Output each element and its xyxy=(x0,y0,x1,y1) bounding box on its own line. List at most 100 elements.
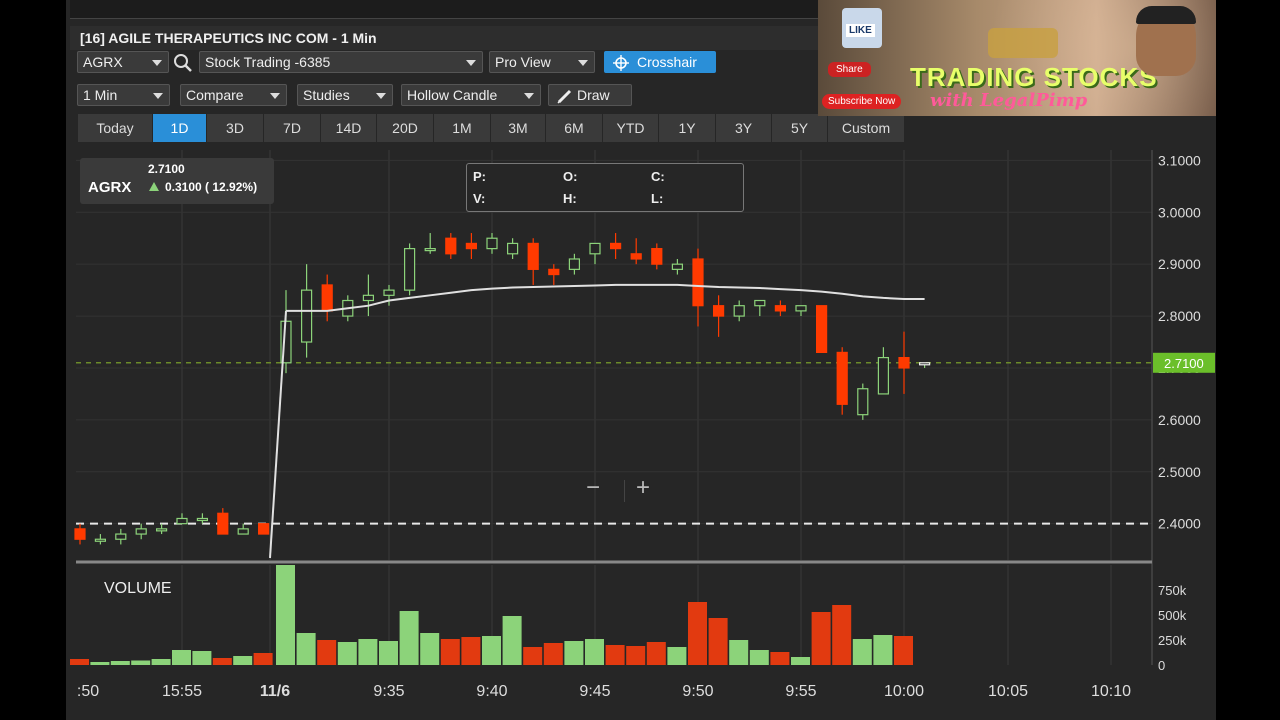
volume-bar[interactable] xyxy=(502,616,522,665)
candle-body[interactable] xyxy=(795,305,807,312)
candle-body[interactable] xyxy=(465,242,477,250)
volume-axis-label: 250k xyxy=(1158,633,1187,648)
price-axis-label: 3.0000 xyxy=(1158,204,1201,220)
candle-body[interactable] xyxy=(176,517,188,525)
time-axis-label: 9:55 xyxy=(785,683,816,700)
candle-body[interactable] xyxy=(898,356,910,369)
volume-bar[interactable] xyxy=(317,640,337,665)
volume-bar[interactable] xyxy=(482,636,501,665)
volume-bar[interactable] xyxy=(337,642,357,665)
candle-body[interactable] xyxy=(712,305,725,317)
gap-line xyxy=(269,310,287,559)
volume-bar[interactable] xyxy=(192,651,212,665)
volume-bar[interactable] xyxy=(688,602,707,665)
candle-body[interactable] xyxy=(321,284,333,312)
candle-body[interactable] xyxy=(836,351,848,405)
volume-bar[interactable] xyxy=(131,660,151,666)
volume-bar[interactable] xyxy=(523,647,543,665)
candle-body[interactable] xyxy=(774,305,787,312)
volume-bar[interactable] xyxy=(811,612,831,665)
volume-bar[interactable] xyxy=(70,659,89,665)
candle-body[interactable] xyxy=(651,248,663,265)
volume-bar[interactable] xyxy=(172,650,191,665)
volume-bar[interactable] xyxy=(729,640,749,665)
volume-bar[interactable] xyxy=(708,618,728,665)
ohlc-l-label: L: xyxy=(651,191,664,206)
volume-bar[interactable] xyxy=(110,661,130,665)
volume-bar[interactable] xyxy=(399,611,419,665)
zoom-out-button[interactable]: − xyxy=(586,474,600,502)
volume-bar[interactable] xyxy=(791,657,810,665)
candle-body[interactable] xyxy=(362,294,374,302)
candle-body[interactable] xyxy=(815,305,828,354)
volume-bar[interactable] xyxy=(212,658,232,665)
volume-bar[interactable] xyxy=(543,643,563,665)
candle-body[interactable] xyxy=(507,242,519,255)
candle-body[interactable] xyxy=(918,362,931,366)
candle-body[interactable] xyxy=(630,253,642,260)
candle-body[interactable] xyxy=(754,299,766,307)
candle-body[interactable] xyxy=(568,258,581,270)
candle-body[interactable] xyxy=(671,263,684,270)
candle-body[interactable] xyxy=(258,523,270,535)
candle-body[interactable] xyxy=(156,528,168,532)
volume-bar[interactable] xyxy=(440,639,460,665)
volume-bar[interactable] xyxy=(605,645,625,665)
candle-body[interactable] xyxy=(692,258,704,307)
time-axis-label: 9:50 xyxy=(682,683,713,700)
candle-body[interactable] xyxy=(217,512,229,535)
ohlc-v-label: V: xyxy=(473,191,486,206)
volume-bar[interactable] xyxy=(253,653,273,665)
candle-body[interactable] xyxy=(404,248,416,291)
candle-body[interactable] xyxy=(115,533,127,540)
candle-body[interactable] xyxy=(383,289,395,296)
candle-body[interactable] xyxy=(301,289,313,343)
candle-body[interactable] xyxy=(135,528,147,535)
volume-bar[interactable] xyxy=(276,565,295,665)
volume-bar[interactable] xyxy=(420,633,440,665)
volume-bar[interactable] xyxy=(233,656,253,665)
candle-body[interactable] xyxy=(237,528,249,535)
candle-body[interactable] xyxy=(857,388,869,416)
candle-body[interactable] xyxy=(94,538,107,542)
volume-bar[interactable] xyxy=(667,647,687,665)
volume-bar[interactable] xyxy=(90,662,110,665)
zoom-in-button[interactable]: + xyxy=(636,474,650,502)
volume-bar[interactable] xyxy=(646,642,666,665)
volume-bar[interactable] xyxy=(770,652,790,665)
candle-body[interactable] xyxy=(486,237,498,250)
volume-bar[interactable] xyxy=(379,641,398,665)
volume-bar[interactable] xyxy=(296,633,316,665)
candle-body[interactable] xyxy=(733,305,745,317)
subscribe-button[interactable]: Subscribe Now xyxy=(822,94,902,109)
volume-bar[interactable] xyxy=(358,639,378,665)
candle-body[interactable] xyxy=(196,517,208,522)
cap-graphic xyxy=(1136,6,1196,24)
volume-axis-label: 500k xyxy=(1158,608,1187,623)
candle-body[interactable] xyxy=(527,242,539,270)
candle-body[interactable] xyxy=(877,356,890,395)
candle-body[interactable] xyxy=(74,528,86,540)
volume-bar[interactable] xyxy=(626,646,646,665)
candle-body[interactable] xyxy=(548,268,560,276)
candle-body[interactable] xyxy=(424,248,436,252)
candle-body[interactable] xyxy=(589,242,601,255)
volume-bar[interactable] xyxy=(585,639,604,665)
ohlc-h-label: H: xyxy=(563,191,577,206)
volume-bar[interactable] xyxy=(852,639,872,665)
share-button[interactable]: Share xyxy=(828,62,871,77)
coins-graphic xyxy=(988,28,1058,58)
volume-bar[interactable] xyxy=(749,650,769,665)
volume-bar[interactable] xyxy=(151,659,171,665)
quote-change: 0.3100 ( 12.92%) xyxy=(165,180,258,194)
candle-body[interactable] xyxy=(445,237,457,255)
volume-bar[interactable] xyxy=(894,636,913,665)
banner-subtitle: with LegalPimp xyxy=(930,90,1088,111)
volume-bar[interactable] xyxy=(564,641,584,665)
volume-bar[interactable] xyxy=(873,635,893,665)
candle-body[interactable] xyxy=(609,242,622,250)
volume-bar[interactable] xyxy=(832,605,852,665)
time-axis-label: 10:10 xyxy=(1091,683,1131,700)
time-axis-label: 15:55 xyxy=(162,683,202,700)
volume-bar[interactable] xyxy=(461,637,481,665)
